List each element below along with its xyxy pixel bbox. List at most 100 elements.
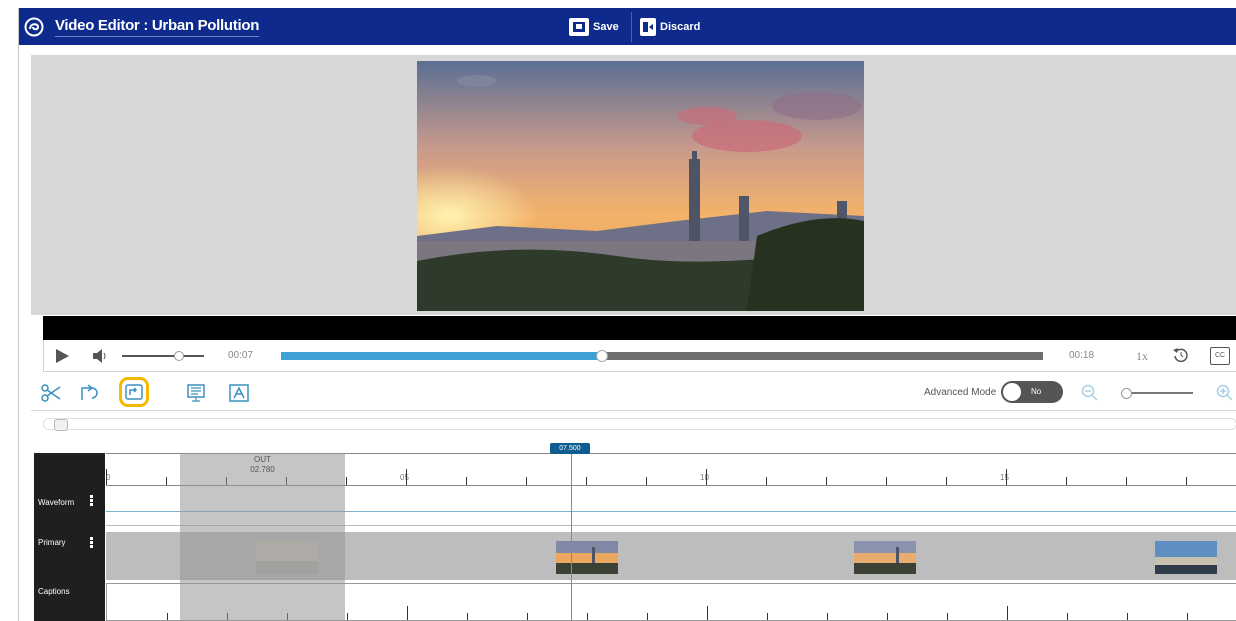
volume-slider[interactable] (122, 351, 204, 361)
ruler-tick (646, 477, 647, 485)
caption-tick (887, 613, 888, 620)
transport-controls: 00:07 00:18 1x CC (43, 340, 1236, 372)
toggle-state-label: No (1031, 387, 1042, 396)
undo-icon (81, 384, 98, 400)
save-icon (569, 18, 589, 36)
timeline: Waveform Primary Captions 0 05 10 15 OUT… (34, 443, 1236, 621)
replace-clip-icon (125, 384, 143, 400)
ruler-tick (1066, 477, 1067, 485)
volume-knob[interactable] (174, 351, 184, 361)
closed-captions-button[interactable]: CC (1210, 347, 1230, 365)
progress-knob[interactable] (596, 350, 609, 362)
ruler-label-15: 15 (1000, 473, 1009, 482)
caption-tick (947, 613, 948, 620)
header-bar: Video Editor : Urban Pollution Save Disc… (19, 8, 1236, 45)
ruler-label-10: 10 (700, 473, 709, 482)
caption-tick (1007, 606, 1008, 620)
caption-tick (1067, 613, 1068, 620)
zoom-slider[interactable] (1121, 388, 1193, 399)
ruler-tick (166, 477, 167, 485)
toggle-knob (1003, 383, 1021, 401)
ruler-tick (766, 477, 767, 485)
ruler-tick (526, 477, 527, 485)
ruler-tick (586, 477, 587, 485)
caption-tick (707, 606, 708, 620)
zoom-in-icon[interactable] (1216, 384, 1234, 402)
video-preview-area (31, 55, 1236, 315)
discard-icon (640, 18, 656, 36)
replace-clip-tool[interactable] (119, 377, 149, 407)
caption-tick (647, 613, 648, 620)
save-button[interactable]: Save (569, 17, 619, 37)
cut-tool[interactable] (39, 381, 63, 405)
timeline-scrollbar[interactable] (43, 418, 1236, 431)
waveform-menu-icon[interactable] (90, 495, 93, 507)
track-label-captions: Captions (38, 587, 70, 596)
playhead-time-label[interactable]: 07.500 (550, 443, 590, 454)
cut-out-time: 02.780 (250, 465, 275, 474)
advanced-mode-toggle[interactable]: No (1001, 381, 1063, 403)
play-icon[interactable] (54, 348, 70, 364)
cut-region[interactable]: OUT 02.780 (180, 453, 345, 621)
replay-icon[interactable] (1172, 346, 1190, 364)
editing-toolbar: Advanced Mode No (31, 376, 1236, 411)
advanced-mode-label: Advanced Mode (924, 387, 997, 398)
ruler-tick (466, 477, 467, 485)
caption-tick (167, 613, 168, 620)
timeline-scroll-handle[interactable] (54, 419, 68, 431)
caption-tick (587, 613, 588, 620)
video-letterbox-bar (43, 316, 1236, 340)
caption-tick (827, 613, 828, 620)
ruler-tick (106, 469, 107, 485)
clip-thumbnail[interactable] (1155, 541, 1217, 574)
duration-time: 00:18 (1069, 350, 1095, 361)
ruler-label-05: 05 (400, 473, 409, 482)
undo-tool[interactable] (77, 381, 101, 405)
caption-tick (767, 613, 768, 620)
ruler-tick (346, 477, 347, 485)
caption-tick (347, 613, 348, 620)
caption-tick (1127, 613, 1128, 620)
clip-thumbnail[interactable] (556, 541, 618, 574)
text-icon (229, 384, 249, 402)
ruler-tick (946, 477, 947, 485)
ruler-tick (406, 469, 407, 485)
slide-tool[interactable] (184, 381, 208, 405)
primary-menu-icon[interactable] (90, 537, 93, 549)
current-time: 00:07 (228, 350, 254, 361)
ruler-tick (1186, 477, 1187, 485)
cut-out-label: OUT (254, 455, 271, 464)
progress-fill (281, 352, 602, 360)
discard-label: Discard (660, 21, 701, 33)
ruler-tick (1126, 477, 1127, 485)
track-label-primary: Primary (38, 538, 66, 547)
presentation-icon (187, 384, 205, 402)
zoom-slider-knob[interactable] (1121, 388, 1132, 399)
video-editor-window: Video Editor : Urban Pollution Save Disc… (18, 8, 1236, 621)
cut-out-marker: OUT 02.780 (180, 453, 345, 475)
playhead[interactable] (571, 453, 572, 621)
ruler-tick (706, 469, 707, 485)
caption-tick (467, 613, 468, 620)
app-logo-icon (24, 17, 44, 37)
ruler-tick (1006, 469, 1007, 485)
save-label: Save (593, 21, 619, 33)
ruler-tick (826, 477, 827, 485)
track-labels: Waveform Primary Captions (34, 453, 105, 621)
video-frame[interactable] (417, 61, 864, 311)
track-label-waveform: Waveform (38, 498, 75, 507)
volume-icon[interactable] (92, 348, 110, 364)
caption-tick (527, 613, 528, 620)
progress-bar[interactable] (281, 350, 1043, 362)
caption-tick (407, 606, 408, 620)
editor-title: Video Editor : Urban Pollution (55, 17, 259, 37)
ruler-tick (886, 477, 887, 485)
clip-thumbnail[interactable] (854, 541, 916, 574)
zoom-out-icon[interactable] (1081, 384, 1099, 402)
text-overlay-tool[interactable] (227, 381, 251, 405)
caption-tick (1187, 613, 1188, 620)
playback-speed[interactable]: 1x (1136, 349, 1148, 364)
discard-button[interactable]: Discard (640, 17, 700, 37)
scissors-icon (41, 384, 61, 402)
header-divider (631, 12, 632, 42)
